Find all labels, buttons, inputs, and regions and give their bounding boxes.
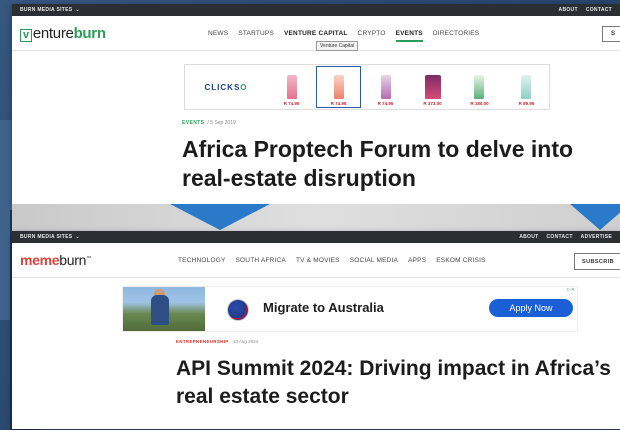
decorative-triangle: [170, 204, 270, 230]
article-date: / 5 Sep 2019: [207, 120, 236, 126]
network-bar: BURN MEDIA SITES ⌄ ABOUT CONTACT ADVERTI…: [12, 231, 620, 243]
main-nav: memeburn™ TECHNOLOGY SOUTH AFRICA TV & M…: [12, 243, 620, 278]
nav-directories[interactable]: DIRECTORIES: [433, 30, 480, 37]
ad-product[interactable]: R 74.95: [269, 66, 314, 108]
network-sites-label[interactable]: BURN MEDIA SITES: [20, 7, 72, 13]
decorative-triangle: [570, 204, 620, 230]
product-bottle-icon: [380, 75, 391, 99]
product-box-icon: [424, 75, 441, 99]
contact-link[interactable]: CONTACT: [547, 234, 573, 240]
article-meta: ENTREPRENEURSHIP 13 Aug 2024: [176, 339, 258, 344]
about-link[interactable]: ABOUT: [559, 7, 578, 13]
divider-stripe: [12, 204, 620, 231]
product-price: R 74.95: [330, 101, 347, 106]
ad-headline: Migrate to Australia: [263, 300, 384, 315]
subscribe-button[interactable]: S: [602, 26, 620, 42]
ad-product[interactable]: R 180.00: [457, 66, 502, 108]
ad-product[interactable]: R 373.00: [410, 66, 455, 108]
nav-social-media[interactable]: SOCIAL MEDIA: [350, 257, 398, 264]
ventureburn-page: BURN MEDIA SITES ⌄ ABOUT CONTACT v enture…: [12, 4, 620, 204]
ad-product[interactable]: R 89.95: [504, 66, 549, 108]
advertise-link[interactable]: ADVERTISE: [581, 234, 612, 240]
product-bottle-icon: [333, 75, 344, 99]
chevron-down-icon[interactable]: ⌄: [75, 7, 80, 13]
clicks-logo-text: CLICKS: [204, 82, 241, 92]
product-bottle-icon: [521, 75, 532, 99]
nav-tv-movies[interactable]: TV & MOVIES: [296, 257, 340, 264]
ad-product[interactable]: R 74.95: [316, 66, 362, 108]
nav-apps[interactable]: APPS: [408, 257, 426, 264]
about-link[interactable]: ABOUT: [519, 234, 538, 240]
apply-now-button[interactable]: Apply Now: [489, 299, 573, 317]
clicks-logo: CLICKS O: [204, 82, 248, 92]
contact-link[interactable]: CONTACT: [586, 7, 612, 13]
nav-startups[interactable]: STARTUPS: [238, 30, 274, 37]
nav-eskom-crisis[interactable]: ESKOM CRISIS: [436, 257, 485, 264]
nav-venture-capital[interactable]: VENTURE CAPITAL: [284, 30, 348, 37]
memeburn-page: BURN MEDIA SITES ⌄ ABOUT CONTACT ADVERTI…: [12, 231, 620, 429]
network-sites-label[interactable]: BURN MEDIA SITES: [20, 234, 72, 240]
nav-crypto[interactable]: CRYPTO: [358, 30, 386, 37]
product-bottle-icon: [474, 75, 485, 99]
article-headline[interactable]: Africa Proptech Forum to delve into real…: [182, 135, 620, 193]
nav-tooltip: Venture Capital: [316, 41, 359, 51]
article-headline[interactable]: API Summit 2024: Driving impact in Afric…: [176, 355, 616, 411]
ad-choices-close-icon[interactable]: ▷✕: [567, 287, 575, 293]
network-bar: BURN MEDIA SITES ⌄ ABOUT CONTACT: [12, 4, 620, 16]
nav-news[interactable]: NEWS: [208, 30, 228, 37]
product-price: R 180.00: [470, 101, 489, 106]
product-price: R 74.95: [377, 101, 394, 106]
clicks-ad-banner[interactable]: CLICKS O R 74.95 R 74.95 R 74.95 R 373.00…: [184, 64, 550, 110]
subscribe-button[interactable]: SUBSCRIB: [574, 253, 620, 270]
nav-south-africa[interactable]: SOUTH AFRICA: [236, 257, 286, 264]
article-date: 13 Aug 2024: [232, 339, 259, 344]
memeburn-logo[interactable]: memeburn™: [20, 252, 91, 268]
category-link[interactable]: EVENTS: [182, 120, 204, 126]
migrate-ad-banner[interactable]: Migrate to Australia Apply Now ▷✕: [122, 286, 578, 332]
nav-events[interactable]: EVENTS: [395, 30, 424, 42]
australia-flag-icon: [227, 299, 249, 321]
ad-product[interactable]: R 74.95: [363, 66, 408, 108]
product-price: R 74.95: [283, 101, 300, 106]
nav-technology[interactable]: TECHNOLOGY: [178, 257, 226, 264]
product-price: R 373.00: [423, 101, 442, 106]
category-link[interactable]: ENTREPRENEURSHIP: [176, 339, 229, 344]
ad-photo: [123, 287, 205, 331]
ventureburn-logo[interactable]: v entureburn: [20, 25, 106, 42]
chevron-down-icon[interactable]: ⌄: [75, 234, 80, 240]
product-bottle-icon: [286, 75, 297, 99]
nav-menu: TECHNOLOGY SOUTH AFRICA TV & MOVIES SOCI…: [178, 243, 486, 277]
product-price: R 89.95: [518, 101, 535, 106]
article-meta: EVENTS/ 5 Sep 2019: [182, 120, 236, 126]
